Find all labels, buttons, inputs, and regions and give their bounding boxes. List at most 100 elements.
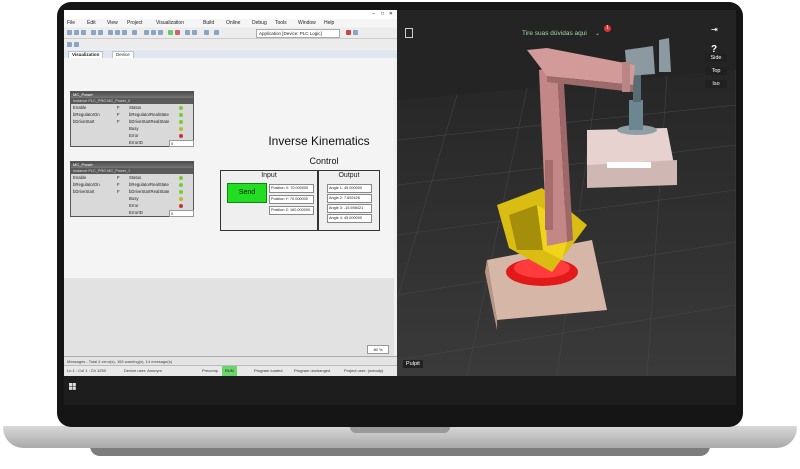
view-iso-button[interactable]: Iso (705, 80, 727, 88)
menu-item-help[interactable]: Help (324, 20, 334, 26)
project-user: Project user: (nobody) (344, 368, 384, 373)
position-x-field[interactable]: Position X: 70.000000 (269, 184, 314, 193)
precompile-label: Precomp (202, 368, 219, 373)
fb-arrow: F (117, 182, 120, 187)
ide-titlebar: – □ ✕ (64, 10, 397, 19)
status-led (179, 105, 183, 110)
run-icon[interactable] (168, 30, 173, 35)
fb-output-label: ErrorID (129, 140, 143, 145)
angle-4-field: Angle 4: 45.000000 (327, 214, 372, 223)
fb-input-label: Enable (73, 105, 87, 110)
simulation-scene (397, 10, 736, 376)
paste-icon[interactable] (122, 30, 127, 35)
window-icon[interactable] (353, 30, 358, 35)
undo-icon[interactable] (91, 30, 96, 35)
view-top-button[interactable]: Top (705, 67, 727, 75)
fb-output-label: bRegulatorRealState (129, 182, 169, 187)
online-icon[interactable] (67, 42, 72, 47)
stop-icon[interactable] (175, 30, 180, 35)
application-selector[interactable]: Application [Device: PLC Logic] (256, 29, 340, 38)
fb-output-label: ErrorID (129, 210, 143, 215)
fb-row: ErrorID 0 (71, 209, 194, 217)
close-icon[interactable]: ✕ (389, 11, 393, 17)
breakpoint-icon[interactable] (192, 30, 197, 35)
function-block-power-0: MC_Power Instance PLC_PRG.MC_Power_0 Ena… (70, 91, 194, 147)
minimize-icon[interactable]: – (372, 11, 375, 17)
menu-item-window[interactable]: Window (298, 20, 316, 26)
exit-icon[interactable]: ⇥ (711, 25, 718, 34)
pulpit-button[interactable]: Pulpit (403, 360, 423, 368)
menu-item-view[interactable]: View (107, 20, 118, 26)
open-icon[interactable] (74, 30, 79, 35)
menu-item-online[interactable]: Online (226, 20, 240, 26)
copy-icon[interactable] (115, 30, 120, 35)
fb-row: Error (71, 132, 193, 139)
build-icon[interactable] (144, 30, 149, 35)
clipboard-icon[interactable] (405, 28, 413, 38)
view-side-button[interactable]: Side (705, 54, 727, 62)
status-led (179, 189, 183, 194)
redo-icon[interactable] (98, 30, 103, 35)
output-panel: Output Angle 1: 45.000000 Angle 2: 7.692… (318, 170, 380, 231)
menu-item-file[interactable]: File (67, 20, 75, 26)
function-block-power-1: MC_Power Instance PLC_PRG.MC_Power_1 Ena… (70, 161, 194, 217)
fb-row: Busy (71, 125, 193, 132)
taskbar (64, 376, 736, 405)
zoom-selector[interactable]: 80 % (367, 345, 389, 354)
download-icon[interactable] (74, 42, 79, 47)
toolbar-secondary (64, 39, 397, 49)
simulation-view[interactable]: Tire suas dúvidas aqui ⌄ 1 ⇥ ? Side Top … (397, 10, 736, 376)
fb-row: Enable F Status (71, 174, 193, 181)
menu-item-debug[interactable]: Debug (252, 20, 267, 26)
input-panel: Input Send Position X: 70.000000 Positio… (220, 170, 318, 231)
find-icon[interactable] (132, 30, 137, 35)
settings-icon[interactable] (214, 30, 219, 35)
fb-output-label: Error (129, 203, 139, 208)
status-led (179, 112, 183, 117)
menu-item-visualization[interactable]: Visualization (156, 20, 184, 26)
fb-row: Enable F Status (71, 104, 193, 111)
logout-icon[interactable] (158, 30, 163, 35)
login-icon[interactable] (151, 30, 156, 35)
run-status-badge: RUN (222, 366, 237, 376)
fb-input-label: bDriveStart (73, 119, 95, 124)
position-y-field[interactable]: Position Y: 70.000000 (269, 195, 314, 204)
toolbar: Application [Device: PLC Logic] (64, 28, 397, 39)
status-led (179, 182, 183, 187)
maximize-icon[interactable]: □ (381, 11, 384, 17)
fb-output-label: Busy (129, 126, 139, 131)
angle-2-field: Angle 2: 7.692426 (327, 194, 372, 203)
canvas-background (64, 278, 394, 356)
new-icon[interactable] (67, 30, 72, 35)
menu-item-edit[interactable]: Edit (87, 20, 96, 26)
record-icon[interactable] (346, 30, 351, 35)
menu-item-project[interactable]: Project (127, 20, 143, 26)
send-button[interactable]: Send (227, 183, 267, 203)
status-led (179, 196, 183, 201)
fb-output-label: Busy (129, 196, 139, 201)
page-title: Inverse Kinematics (268, 134, 370, 148)
fb-row: bRegulatorOn F bRegulatorRealState (71, 181, 193, 188)
angle-3-field: Angle 3: -15.598421 (327, 204, 372, 213)
fb-arrow: F (117, 112, 120, 117)
fb-output-label: Status (129, 175, 142, 180)
position-z-field[interactable]: Position Z: 160.000000 (269, 206, 314, 215)
notification-badge: 1 (604, 25, 611, 32)
zoom-icon[interactable] (204, 30, 209, 35)
status-led (179, 175, 183, 180)
fb-row: bDriveStart F bDriveStartRealState (71, 118, 193, 125)
menu-item-tools[interactable]: Tools (275, 20, 287, 26)
fb-input-label: bRegulatorOn (73, 182, 100, 187)
fb-row: bRegulatorOn F bRegulatorRealState (71, 111, 193, 118)
error-id-field: 0 (169, 140, 194, 147)
chevron-down-icon[interactable]: ⌄ (595, 30, 600, 37)
fb-output-label: Error (129, 133, 139, 138)
visualization-canvas: MC_Power Instance PLC_PRG.MC_Power_0 Ena… (64, 58, 394, 278)
device-user: Device user: Anonym (124, 368, 162, 373)
save-icon[interactable] (81, 30, 86, 35)
cut-icon[interactable] (108, 30, 113, 35)
step-icon[interactable] (185, 30, 190, 35)
menu-item-build[interactable]: Build (203, 20, 214, 26)
help-text[interactable]: Tire suas dúvidas aqui (522, 30, 587, 37)
windows-start-icon[interactable] (69, 383, 76, 390)
